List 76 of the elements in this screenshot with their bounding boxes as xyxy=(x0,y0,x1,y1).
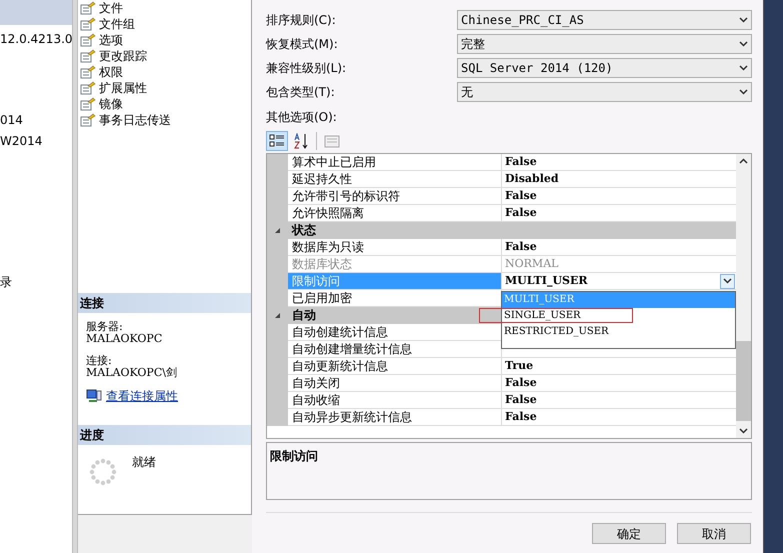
property-value: False xyxy=(504,239,538,255)
section-header: 进度 xyxy=(78,425,251,445)
field-label: 其他选项(O): xyxy=(266,109,338,124)
dropdown-option[interactable]: RESTRICTED_USER xyxy=(502,324,735,340)
property-name[interactable]: 自动更新统计信息 xyxy=(288,358,502,375)
connection-label: 连接: xyxy=(86,355,113,367)
property-name[interactable]: 数据库为只读 xyxy=(288,239,502,256)
row-gutter xyxy=(267,409,288,426)
chevron-down-icon[interactable] xyxy=(739,17,748,23)
field-label: 排序规则(C): xyxy=(266,12,337,29)
field-label: 兼容性级别(L): xyxy=(266,60,348,77)
property-name[interactable]: 自动关闭 xyxy=(288,375,502,392)
dropdown-button[interactable] xyxy=(720,274,735,288)
category-label: 自动 xyxy=(291,307,317,324)
field-label: 恢复模式(M): xyxy=(266,36,339,53)
property-value: True xyxy=(504,358,534,374)
property-name[interactable]: 自动收缩 xyxy=(288,392,502,409)
property-name[interactable]: 自动异步更新统计信息 xyxy=(288,409,502,426)
section-header: 连接 xyxy=(78,293,251,313)
property-name[interactable]: 允许带引号的标识符 xyxy=(288,188,502,205)
property-value: False xyxy=(504,188,538,204)
property-value: Disabled xyxy=(504,171,560,187)
property-value: False xyxy=(504,205,538,221)
status-text: 就绪 xyxy=(132,454,156,471)
connection-value: MALAOKOPC\剑 xyxy=(86,367,178,379)
page-list-item[interactable]: 扩展属性 xyxy=(99,80,147,96)
expanded-icon[interactable] xyxy=(274,312,281,319)
categorized-icon xyxy=(269,133,285,149)
property-value: NORMAL xyxy=(504,256,560,272)
tree-item-text: 014 xyxy=(0,112,24,129)
row-gutter xyxy=(267,154,288,171)
toolbar-button[interactable] xyxy=(266,131,288,151)
page-list-item[interactable]: 更改跟踪 xyxy=(99,48,147,64)
property-name[interactable]: 算术中止已启用 xyxy=(288,154,502,171)
sort-az-icon xyxy=(293,133,309,149)
expanded-icon[interactable] xyxy=(274,227,281,234)
category-label: 状态 xyxy=(290,222,317,239)
page-list-item[interactable]: 文件 xyxy=(99,0,123,16)
tree-item-text: 12.0.4213.0 xyxy=(0,31,72,48)
select-field[interactable]: SQL Server 2014 (120) xyxy=(457,58,752,78)
property-value: False xyxy=(504,409,538,425)
chevron-up-icon[interactable] xyxy=(739,158,748,164)
computer-icon xyxy=(86,389,102,403)
server-label: 服务器: xyxy=(86,321,124,333)
chevron-down-icon[interactable] xyxy=(723,278,732,284)
field-label: 包含类型(T): xyxy=(266,84,336,101)
spinner-icon xyxy=(88,457,118,487)
scrollbar[interactable] xyxy=(736,154,751,438)
chevron-down-icon[interactable] xyxy=(739,89,748,95)
property-name[interactable]: 延迟持久性 xyxy=(288,171,502,188)
chevron-down-icon[interactable] xyxy=(739,41,748,47)
scrollbar-thumb[interactable] xyxy=(736,341,751,421)
dialog-button[interactable]: 确定 xyxy=(592,523,666,544)
page-list-item[interactable]: 镜像 xyxy=(99,96,123,112)
server-value: MALAOKOPC xyxy=(86,333,164,345)
select-field[interactable]: 无 xyxy=(457,82,752,102)
property-pages-icon xyxy=(324,133,340,149)
property-value: False xyxy=(504,154,538,170)
dialog-button[interactable]: 取消 xyxy=(677,523,751,544)
connection-properties-link[interactable]: 查看连接属性 xyxy=(106,390,178,402)
description-title: 限制访问 xyxy=(270,449,318,463)
page-list-item[interactable]: 权限 xyxy=(99,64,123,80)
tree-item-text: 录 xyxy=(0,274,13,291)
property-value: False xyxy=(504,375,538,391)
page-list-item[interactable]: 选项 xyxy=(99,32,123,48)
chevron-down-icon[interactable] xyxy=(739,65,748,71)
chevron-down-icon[interactable] xyxy=(739,428,748,434)
select-field[interactable]: Chinese_PRC_CI_AS xyxy=(457,10,752,30)
property-value: MULTI_USER xyxy=(504,273,589,289)
window-header xyxy=(0,0,72,25)
page-list-item[interactable]: 事务日志传送 xyxy=(99,112,171,128)
tree-item-text: W2014 xyxy=(0,133,44,150)
select-field[interactable]: 完整 xyxy=(457,34,752,54)
property-value: False xyxy=(504,392,538,408)
dropdown-option[interactable]: SINGLE_USER xyxy=(502,308,735,324)
page-list-item[interactable]: 文件组 xyxy=(99,16,135,32)
